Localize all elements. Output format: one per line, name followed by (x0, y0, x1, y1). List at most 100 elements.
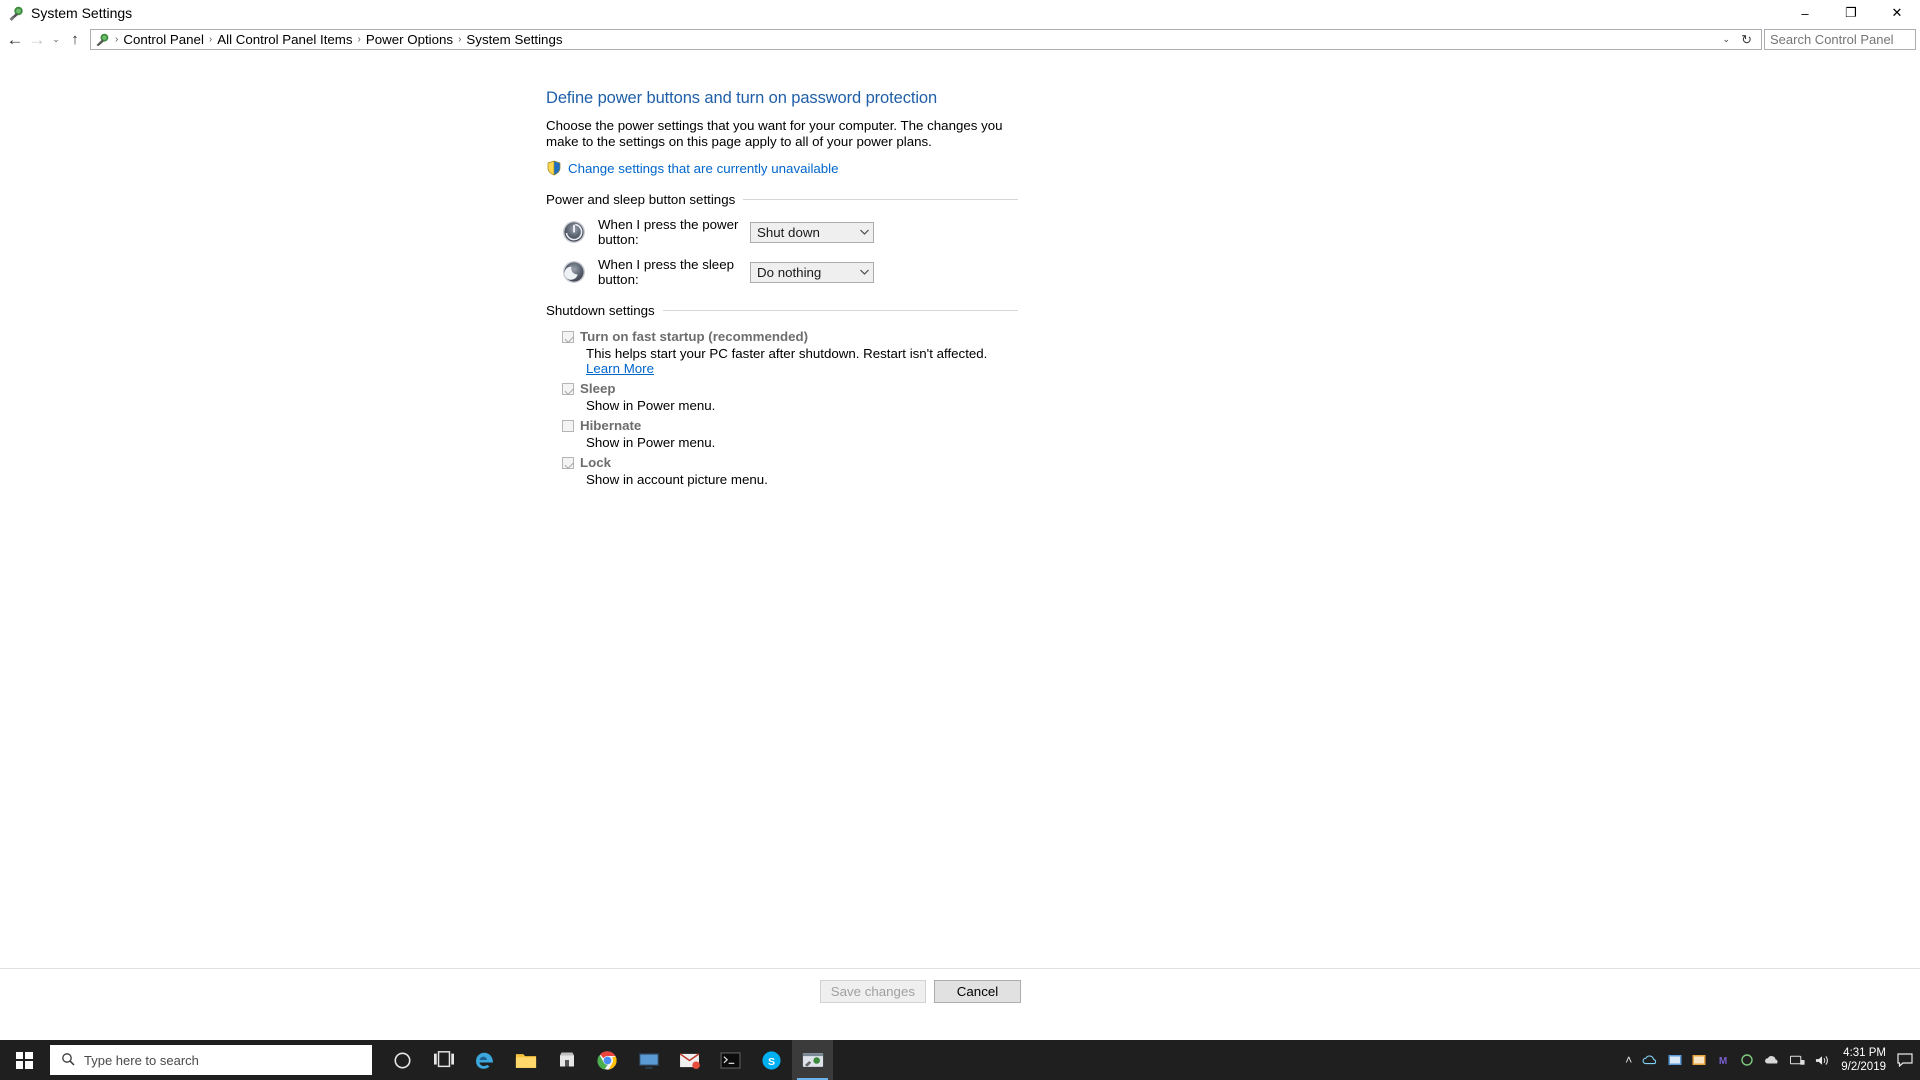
clock-time: 4:31 PM (1843, 1047, 1886, 1059)
chevron-down-icon (856, 223, 873, 242)
sleep-button-icon (562, 260, 586, 284)
cloud-icon[interactable] (1759, 1054, 1785, 1066)
maximize-button[interactable]: ❐ (1828, 0, 1874, 26)
sleep-label: Sleep (580, 381, 616, 396)
system-settings-icon (7, 5, 27, 21)
shutdown-group-label: Shutdown settings (546, 303, 655, 318)
save-changes-button[interactable]: Save changes (819, 979, 926, 1003)
power-button-label: When I press the power button: (598, 217, 739, 247)
recent-locations-button[interactable]: ⌄ (48, 29, 64, 51)
tray-app-icon[interactable] (1663, 1054, 1687, 1067)
back-button[interactable]: ← (4, 29, 26, 51)
window-controls: – ❐ ✕ (1782, 0, 1920, 26)
power-button-icon (562, 220, 586, 244)
shutdown-options-list: Turn on fast startup (recommended) This … (546, 329, 1018, 487)
sleep-button-label: When I press the sleep button: (598, 257, 734, 287)
tray-app-icon[interactable] (1735, 1053, 1759, 1067)
power-sleep-group-label: Power and sleep button settings (546, 192, 736, 207)
clock[interactable]: 4:31 PM 9/2/2019 (1835, 1046, 1894, 1074)
hibernate-description: Show in Power menu. (586, 435, 716, 450)
command-prompt-icon[interactable] (710, 1040, 751, 1080)
hibernate-checkbox[interactable] (562, 420, 574, 432)
fast-startup-checkbox[interactable] (562, 331, 574, 343)
fast-startup-description-text: This helps start your PC faster after sh… (586, 346, 988, 361)
fast-startup-row[interactable]: Turn on fast startup (recommended) (562, 329, 1018, 344)
hibernate-label: Hibernate (580, 418, 642, 433)
cortana-icon[interactable] (382, 1040, 423, 1080)
chevron-down-icon[interactable]: ⌄ (1715, 34, 1739, 45)
search-box[interactable] (1764, 29, 1920, 50)
change-unavailable-settings-link[interactable]: Change settings that are currently unava… (568, 161, 839, 176)
shutdown-group-header: Shutdown settings (546, 303, 1018, 318)
tray-app-icon[interactable] (1687, 1054, 1711, 1067)
taskbar-search-box[interactable]: Type here to search (50, 1045, 372, 1075)
minimize-button[interactable]: – (1782, 0, 1828, 26)
shield-icon (546, 160, 562, 176)
windows-start-icon (15, 1051, 33, 1069)
svg-text:M: M (1719, 1056, 1727, 1067)
page-description: Choose the power settings that you want … (546, 118, 1003, 149)
task-view-icon[interactable] (423, 1040, 464, 1080)
close-button[interactable]: ✕ (1874, 0, 1920, 26)
chrome-icon[interactable] (587, 1040, 628, 1080)
breadcrumb-item-all-control-panel-items[interactable]: All Control Panel Items (213, 30, 356, 49)
onedrive-icon[interactable] (1637, 1054, 1663, 1066)
divider (662, 310, 1018, 311)
microsoft-store-icon[interactable] (546, 1040, 587, 1080)
sleep-button-select-value: Do nothing (757, 264, 822, 280)
tray-app-icon[interactable]: M (1711, 1054, 1735, 1067)
lock-row[interactable]: Lock (562, 455, 1018, 470)
window-title: System Settings (31, 5, 133, 21)
breadcrumb[interactable]: › Control Panel › All Control Panel Item… (90, 29, 1762, 50)
mail-icon[interactable] (669, 1040, 710, 1080)
lock-label: Lock (580, 455, 612, 470)
search-input[interactable] (1765, 32, 1920, 47)
forward-button[interactable]: → (26, 29, 48, 51)
breadcrumb-item-system-settings[interactable]: System Settings (462, 30, 566, 49)
search-icon (50, 1052, 84, 1069)
taskbar-icons: S (382, 1040, 833, 1080)
system-tray: ˄ M 4:31 PM 9/2/2019 (1620, 1040, 1920, 1080)
power-sleep-group-header: Power and sleep button settings (546, 192, 1018, 207)
learn-more-link[interactable]: Learn More (586, 361, 654, 376)
control-panel-icon (94, 32, 112, 47)
chevron-down-icon (856, 263, 873, 282)
power-button-select[interactable]: Shut down (750, 221, 874, 243)
skype-icon[interactable]: S (751, 1040, 792, 1080)
lock-description: Show in account picture menu. (586, 472, 768, 487)
sleep-checkbox[interactable] (562, 383, 574, 395)
uac-link-row[interactable]: Change settings that are currently unava… (546, 160, 1018, 176)
volume-icon[interactable] (1810, 1054, 1835, 1067)
sleep-button-row: When I press the sleep button: Do nothin… (546, 257, 1018, 287)
address-bar: ← → ⌄ ↑ › Control Panel › All Control Pa… (0, 26, 1920, 53)
edge-icon[interactable] (464, 1040, 505, 1080)
breadcrumb-item-control-panel[interactable]: Control Panel (119, 30, 208, 49)
sleep-button-select[interactable]: Do nothing (750, 261, 874, 283)
divider (743, 199, 1018, 200)
lock-checkbox[interactable] (562, 457, 574, 469)
control-panel-icon[interactable] (792, 1040, 833, 1080)
start-button[interactable] (0, 1040, 48, 1080)
page-title: Define power buttons and turn on passwor… (546, 89, 938, 107)
breadcrumb-item-power-options[interactable]: Power Options (362, 30, 457, 49)
title-bar: System Settings – ❐ ✕ (0, 0, 1920, 26)
sleep-description: Show in Power menu. (586, 398, 716, 413)
file-explorer-icon[interactable] (505, 1040, 546, 1080)
sleep-row[interactable]: Sleep (562, 381, 1018, 396)
taskbar-search-placeholder: Type here to search (84, 1052, 199, 1068)
content-area: Define power buttons and turn on passwor… (0, 53, 1920, 1013)
fast-startup-description: This helps start your PC faster after sh… (586, 346, 1018, 376)
power-button-select-value: Shut down (757, 224, 820, 240)
remote-desktop-icon[interactable] (628, 1040, 669, 1080)
action-bar: Save changes Cancel (0, 968, 1920, 1013)
hibernate-row[interactable]: Hibernate (562, 418, 1018, 433)
refresh-icon[interactable]: ↻ (1738, 32, 1759, 48)
network-icon[interactable] (1785, 1054, 1810, 1067)
fast-startup-label: Turn on fast startup (recommended) (580, 329, 809, 344)
show-hidden-icons-button[interactable]: ˄ (1620, 1053, 1637, 1067)
up-button[interactable]: ↑ (64, 29, 86, 51)
svg-text:S: S (768, 1055, 775, 1067)
notification-icon[interactable] (1894, 1053, 1916, 1067)
power-button-row: When I press the power button: Shut down (546, 217, 1018, 247)
cancel-button[interactable]: Cancel (934, 979, 1021, 1003)
